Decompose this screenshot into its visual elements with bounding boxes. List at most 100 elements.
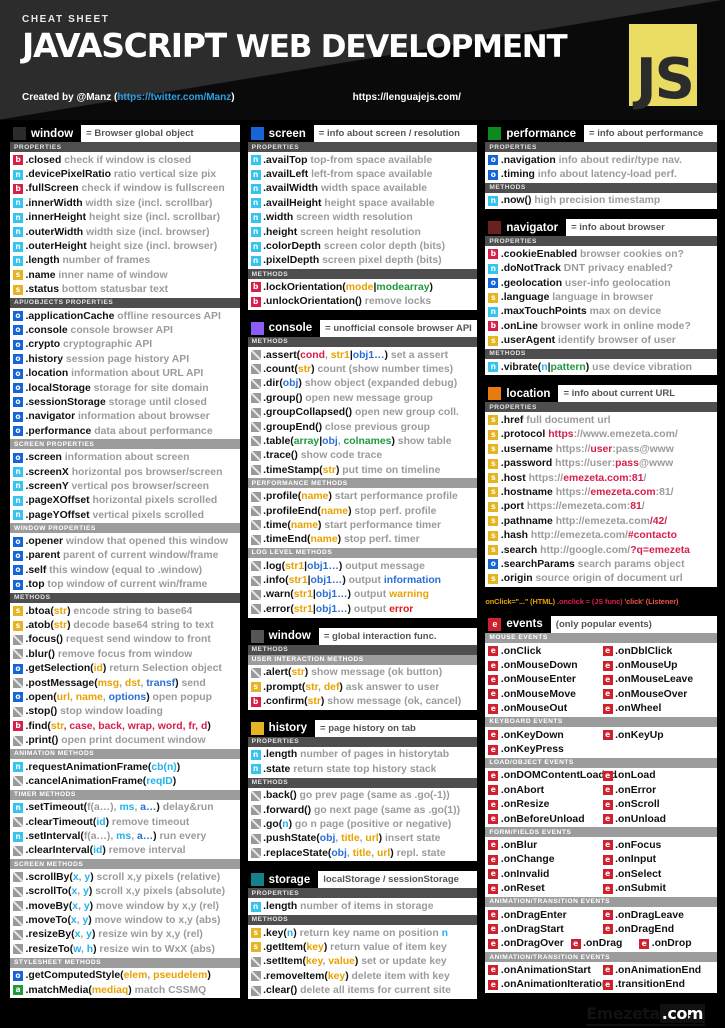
event-item[interactable]: e .onMouseUp (602, 660, 717, 671)
api-row[interactable]: .moveTo(x, y) move window to x,y (abs) (10, 913, 240, 927)
event-item[interactable]: e .onMouseLeave (602, 674, 717, 685)
event-item[interactable]: e .transitionEnd (602, 979, 717, 990)
api-row[interactable]: .dir(obj) show object (expanded debug) (248, 377, 478, 391)
api-row[interactable]: .assert(cond, str1|obj1…) set a assert (248, 348, 478, 362)
api-row[interactable]: o .opener window that opened this window (10, 534, 240, 548)
event-item[interactable]: e .onSelect (602, 869, 717, 880)
api-row[interactable]: s .key(n) return key name on position n (248, 926, 478, 940)
api-row[interactable]: b .confirm(str) show message (ok, cancel) (248, 694, 478, 708)
api-row[interactable]: o .sessionStorage storage until closed (10, 395, 240, 409)
event-item[interactable]: e .onInvalid (488, 869, 602, 880)
api-row[interactable]: o .navigation info about redir/type nav. (485, 153, 717, 167)
api-row[interactable]: .groupCollapsed() open new group coll. (248, 405, 478, 419)
event-item[interactable]: e .onResize (488, 799, 602, 810)
api-row[interactable]: .back() go prev page (same as .go(-1)) (248, 789, 478, 803)
event-item[interactable]: e .onClick (488, 646, 602, 657)
api-row[interactable]: b .fullScreen check if window is fullscre… (10, 182, 240, 196)
api-row[interactable]: s .password https://user:pass@www (485, 456, 717, 470)
api-row[interactable]: o .searchParams search params object (485, 557, 717, 571)
api-row[interactable]: .clearInterval(id) remove interval (10, 844, 240, 858)
api-row[interactable]: n .screenX horizontal pos browser/screen (10, 465, 240, 479)
event-item[interactable]: e .onDragEnd (602, 924, 717, 935)
event-item[interactable]: e .onDrag (570, 938, 640, 949)
api-row[interactable]: .timeStamp(str) put time on timeline (248, 463, 478, 477)
api-row[interactable]: .moveBy(x, y) move window by x,y (rel) (10, 899, 240, 913)
event-item[interactable]: e .onMouseEnter (488, 674, 602, 685)
api-row[interactable]: .profile(name) start performance profile (248, 489, 478, 503)
api-row[interactable]: o .parent parent of current window/frame (10, 549, 240, 563)
api-row[interactable]: o .getComputedStyle(elem, pseudelem) (10, 969, 240, 983)
api-row[interactable]: n .requestAnimationFrame(cb(n)) (10, 760, 240, 774)
api-row[interactable]: .log(str1|obj1…) output message (248, 559, 478, 573)
api-row[interactable]: s .hostname https://emezeta.com:81/ (485, 485, 717, 499)
event-item[interactable]: e .onAnimationIteration (488, 979, 608, 990)
api-row[interactable]: s .href full document url (485, 413, 717, 427)
api-row[interactable]: .cancelAnimationFrame(reqID) (10, 774, 240, 788)
event-item[interactable]: e .onDrop (639, 938, 708, 949)
api-row[interactable]: o .getSelection(id) return Selection obje… (10, 662, 240, 676)
api-row[interactable]: .resizeBy(x, y) resize win by x,y (rel) (10, 928, 240, 942)
api-row[interactable]: o .self this window (equal to .window) (10, 563, 240, 577)
credit-site-url[interactable]: https://lenguajejs.com/ (353, 92, 461, 103)
api-row[interactable]: .clearTimeout(id) remove timeout (10, 815, 240, 829)
event-item[interactable]: e .onMouseMove (488, 689, 602, 700)
api-row[interactable]: n .now() high precision timestamp (485, 194, 717, 208)
api-row[interactable]: o .screen information about screen (10, 450, 240, 464)
api-row[interactable]: o .console console browser API (10, 323, 240, 337)
api-row[interactable]: o .top top window of current win/frame (10, 578, 240, 592)
api-row[interactable]: n .vibrate(n|pattern) use device vibratio… (485, 360, 717, 374)
api-row[interactable]: o .location information about URL API (10, 366, 240, 380)
api-row[interactable]: .timeEnd(name) stop perf. timer (248, 533, 478, 547)
api-row[interactable]: .clear() delete all items for current si… (248, 983, 478, 997)
api-row[interactable]: .go(n) go n page (positive or negative) (248, 817, 478, 831)
credit-twitter-link[interactable]: https://twitter.com/Manz (117, 92, 231, 103)
api-row[interactable]: s .hash http://emezeta.com/#contacto (485, 528, 717, 542)
api-row[interactable]: n .length number of items in storage (248, 899, 478, 913)
api-row[interactable]: .time(name) start performance timer (248, 518, 478, 532)
api-row[interactable]: s .atob(str) decode base64 string to text (10, 618, 240, 632)
api-row[interactable]: .setItem(key, value) set or update key (248, 955, 478, 969)
api-row[interactable]: .removeItem(key) delete item with key (248, 969, 478, 983)
api-row[interactable]: s .getItem(key) return value of item key (248, 940, 478, 954)
api-row[interactable]: n .colorDepth screen color depth (bits) (248, 239, 478, 253)
api-row[interactable]: n .innerHeight height size (incl. scrollb… (10, 211, 240, 225)
api-row[interactable]: o .crypto cryptographic API (10, 338, 240, 352)
api-row[interactable]: b .cookieEnabled browser cookies on? (485, 247, 717, 261)
api-row[interactable]: .count(str) count (show number times) (248, 362, 478, 376)
api-row[interactable]: n .length number of frames (10, 254, 240, 268)
api-row[interactable]: n .state return state top history stack (248, 762, 478, 776)
api-row[interactable]: o .open(url, name, options) open popup (10, 690, 240, 704)
api-row[interactable]: n .height screen height resolution (248, 225, 478, 239)
api-row[interactable]: .replaceState(obj, title, url) repl. sta… (248, 846, 478, 860)
api-row[interactable]: o .history session page history API (10, 352, 240, 366)
api-row[interactable]: o .performance data about performance (10, 424, 240, 438)
api-row[interactable]: s .protocol https://www.emezeta.com/ (485, 428, 717, 442)
api-row[interactable]: n .outerHeight height size (incl. browser… (10, 239, 240, 253)
api-row[interactable]: n .doNotTrack DNT privacy enabled? (485, 262, 717, 276)
api-row[interactable]: n .availWidth width space available (248, 182, 478, 196)
api-row[interactable]: .trace() show code trace (248, 449, 478, 463)
event-item[interactable]: e .onDragStart (488, 924, 602, 935)
event-item[interactable]: e .onDragOver (488, 938, 570, 949)
api-row[interactable]: n .setTimeout(f(a…), ms, a…) delay&run (10, 801, 240, 815)
api-row[interactable]: .profileEnd(name) stop perf. profile (248, 504, 478, 518)
api-row[interactable]: .scrollTo(x, y) scroll x,y pixels (absol… (10, 885, 240, 899)
api-row[interactable]: s .pathname http://emezeta.com/42/ (485, 514, 717, 528)
api-row[interactable]: n .screenY vertical pos browser/screen (10, 479, 240, 493)
api-row[interactable]: n .pixelDepth screen pixel depth (bits) (248, 254, 478, 268)
event-item[interactable]: e .onChange (488, 854, 602, 865)
api-row[interactable]: .focus() request send window to front (10, 633, 240, 647)
api-row[interactable]: .resizeTo(w, h) resize win to WxX (abs) (10, 942, 240, 956)
event-item[interactable]: e .onKeyUp (602, 730, 717, 741)
api-row[interactable]: s .language language in browser (485, 290, 717, 304)
api-row[interactable]: b .find(str, case, back, wrap, word, fr, … (10, 719, 240, 733)
api-row[interactable]: .alert(str) show message (ok button) (248, 666, 478, 680)
event-item[interactable]: e .onMouseOut (488, 703, 602, 714)
api-row[interactable]: b .unlockOrientation() remove locks (248, 295, 478, 309)
api-row[interactable]: .warn(str1|obj1…) output warning (248, 588, 478, 602)
api-row[interactable]: b .lockOrientation(mode|modearray) (248, 280, 478, 294)
event-item[interactable]: e .onMouseDown (488, 660, 602, 671)
event-item[interactable]: e .onWheel (602, 703, 717, 714)
api-row[interactable]: n .length number of pages in historytab (248, 748, 478, 762)
event-item[interactable]: e .onMouseOver (602, 689, 717, 700)
